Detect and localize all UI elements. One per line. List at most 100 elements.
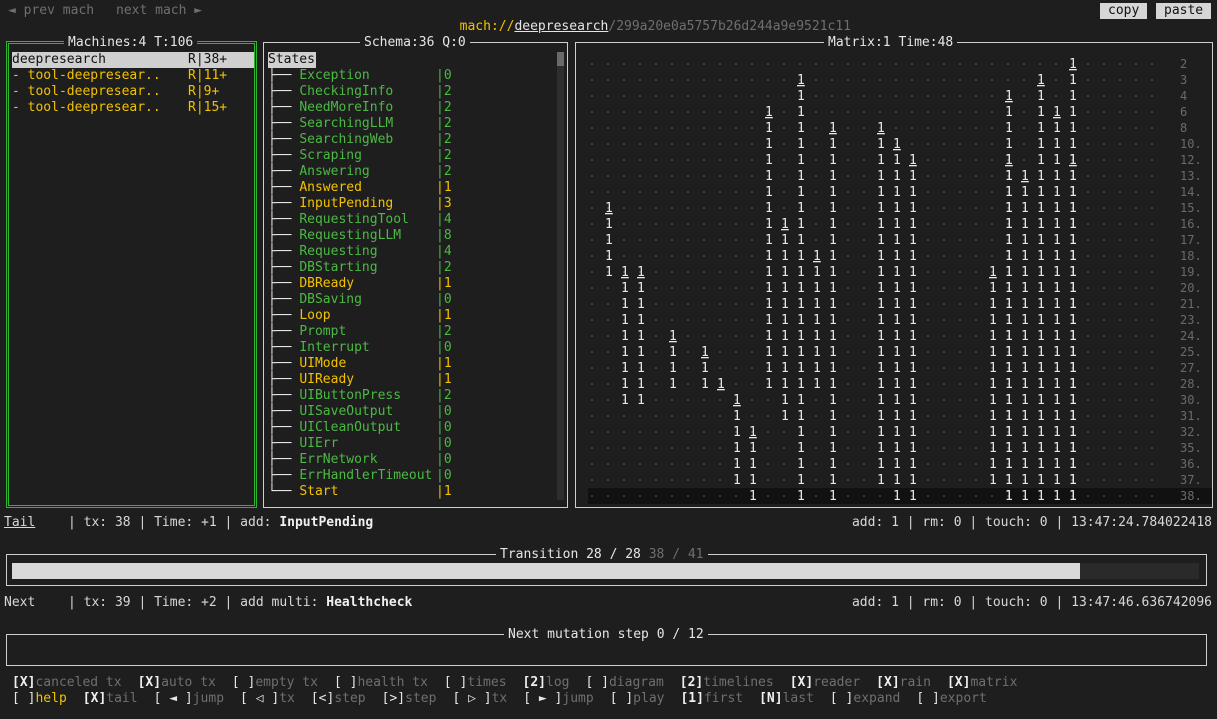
matrix-cell-dot <box>943 255 945 257</box>
toolbar-option[interactable]: [ ]expand <box>830 691 900 706</box>
matrix-cell-dot <box>943 479 945 481</box>
matrix-cell-dot <box>719 143 721 145</box>
matrix-cell-dot <box>639 191 641 193</box>
schema-state-row[interactable]: ├── UICleanOutput |0 <box>268 420 553 436</box>
machine-item[interactable]: - tool-deepresear.. R|9+ <box>12 84 254 100</box>
prev-machine-button[interactable]: ◄ prev mach <box>8 3 94 19</box>
toolbar-option[interactable]: [ ]play <box>610 691 665 706</box>
matrix-mark: 1 <box>829 153 837 168</box>
state-name: NeedMoreInfo <box>299 100 394 115</box>
matrix-row-label: 38. <box>1180 489 1202 503</box>
matrix-cell-dot <box>1135 143 1137 145</box>
schema-state-row[interactable]: ├── RequestingTool |4 <box>268 212 553 228</box>
matrix-cell-dot <box>623 159 625 161</box>
machine-item[interactable]: - tool-deepresear.. R|15+ <box>12 100 254 116</box>
toolbar-option[interactable]: [X]auto tx <box>138 675 216 690</box>
matrix-mark: 1 <box>797 185 805 200</box>
matrix-mark: 1 <box>1069 153 1077 168</box>
schema-state-row[interactable]: ├── InputPending |3 <box>268 196 553 212</box>
toolbar-option[interactable]: [2]log <box>523 675 570 690</box>
schema-state-row[interactable]: ├── Loop |1 <box>268 308 553 324</box>
schema-state-row[interactable]: ├── CheckingInfo |2 <box>268 84 553 100</box>
state-count: |2 <box>436 116 452 131</box>
matrix-cell-dot <box>1103 191 1105 193</box>
schema-state-row[interactable]: ├── NeedMoreInfo |2 <box>268 100 553 116</box>
url-machine-name[interactable]: deepresearch <box>514 19 608 34</box>
matrix-cell-dot <box>1087 191 1089 193</box>
schema-state-row[interactable]: ├── UIReady |1 <box>268 372 553 388</box>
machine-status: R|38+ <box>188 52 228 67</box>
matrix-cell-dot <box>591 415 593 417</box>
matrix-cell-dot <box>1119 415 1121 417</box>
schema-state-row[interactable]: ├── SearchingLLM |2 <box>268 116 553 132</box>
toolbar-option[interactable]: [ ]help <box>12 691 67 706</box>
schema-state-row[interactable]: ├── RequestingLLM |8 <box>268 228 553 244</box>
schema-state-row[interactable]: ├── Exception |0 <box>268 68 553 84</box>
toolbar-option[interactable]: [>]step <box>382 691 437 706</box>
machine-item[interactable]: - tool-deepresear.. R|11+ <box>12 68 254 84</box>
matrix-cell-dot <box>703 95 705 97</box>
matrix-cell-dot <box>959 447 961 449</box>
matrix-cell-dot <box>1151 95 1153 97</box>
schema-state-row[interactable]: └── Start |1 <box>268 484 553 500</box>
toolbar-option[interactable]: [ ]times <box>444 675 507 690</box>
matrix-mark: 1 <box>829 121 837 136</box>
paste-button[interactable]: paste <box>1156 3 1212 19</box>
toolbar-option[interactable]: [ ◁ ]tx <box>240 691 295 706</box>
schema-state-row[interactable]: ├── Answered |1 <box>268 180 553 196</box>
matrix-mark: 1 <box>765 185 773 200</box>
schema-state-row[interactable]: ├── Interrupt |0 <box>268 340 553 356</box>
schema-state-row[interactable]: ├── UISaveOutput |0 <box>268 404 553 420</box>
schema-state-row[interactable]: ├── DBStarting |2 <box>268 260 553 276</box>
toolbar-option[interactable]: [X]tail <box>83 691 138 706</box>
toolbar-option[interactable]: [ ◄ ]jump <box>154 691 224 706</box>
toolbar-option[interactable]: [ ▷ ]tx <box>452 691 507 706</box>
toolbar-option[interactable]: [ ]diagram <box>586 675 664 690</box>
toolbar-option[interactable]: [ ]export <box>916 691 986 706</box>
matrix-cell-dot <box>735 175 737 177</box>
schema-state-row[interactable]: ├── SearchingWeb |2 <box>268 132 553 148</box>
machine-item[interactable]: deepresearch R|38+ <box>12 52 254 68</box>
schema-scroll-track[interactable] <box>557 66 564 500</box>
toolbar-option[interactable]: [ ]empty tx <box>232 675 318 690</box>
state-name: InputPending <box>299 196 394 211</box>
toolbar-option[interactable]: [X]canceled tx <box>12 675 122 690</box>
schema-state-row[interactable]: ├── UIButtonPress |2 <box>268 388 553 404</box>
toolbar-option[interactable]: [ ]health tx <box>334 675 428 690</box>
schema-state-row[interactable]: ├── Requesting |4 <box>268 244 553 260</box>
schema-state-row[interactable]: ├── ErrNetwork |0 <box>268 452 553 468</box>
schema-state-row[interactable]: ├── DBReady |1 <box>268 276 553 292</box>
toolbar-option[interactable]: [2]timelines <box>680 675 774 690</box>
matrix-mark: 1 <box>877 441 885 456</box>
schema-state-row[interactable]: ├── Scraping |2 <box>268 148 553 164</box>
schema-state-row[interactable]: ├── ErrHandlerTimeout |0 <box>268 468 553 484</box>
toolbar-option[interactable]: [ ► ]jump <box>523 691 593 706</box>
next-machine-button[interactable]: next mach ► <box>116 3 202 19</box>
matrix-cell-dot <box>943 463 945 465</box>
toolbar-option[interactable]: [X]matrix <box>947 675 1017 690</box>
schema-state-row[interactable]: ├── Answering |2 <box>268 164 553 180</box>
matrix-cell-dot <box>975 63 977 65</box>
schema-scrollbar[interactable] <box>557 52 564 66</box>
toolbar-option[interactable]: [1]first <box>680 691 743 706</box>
schema-state-row[interactable]: ├── UIMode |1 <box>268 356 553 372</box>
toolbar-option[interactable]: [X]rain <box>876 675 931 690</box>
schema-state-row[interactable]: ├── UIErr |0 <box>268 436 553 452</box>
matrix-mark: 1 <box>765 137 773 152</box>
schema-header[interactable]: States <box>268 52 316 68</box>
toolbar-option[interactable]: [N]last <box>759 691 814 706</box>
matrix-row-label: 14. <box>1180 185 1202 199</box>
matrix-mark: 1 <box>877 185 885 200</box>
tail-label[interactable]: Tail <box>4 515 35 531</box>
schema-state-row[interactable]: ├── DBSaving |0 <box>268 292 553 308</box>
matrix-mark: 1 <box>1021 489 1029 504</box>
toolbar-option[interactable]: [<]step <box>311 691 366 706</box>
copy-button[interactable]: copy <box>1100 3 1148 19</box>
matrix-cell-dot <box>719 495 721 497</box>
schema-state-row[interactable]: ├── Prompt |2 <box>268 324 553 340</box>
matrix-mark: 1 <box>909 201 917 216</box>
toolbar-option[interactable]: [X]reader <box>790 675 860 690</box>
matrix-cell-dot <box>975 303 977 305</box>
matrix-mark: 1 <box>781 233 789 248</box>
matrix-mark: 1 <box>1037 489 1045 504</box>
